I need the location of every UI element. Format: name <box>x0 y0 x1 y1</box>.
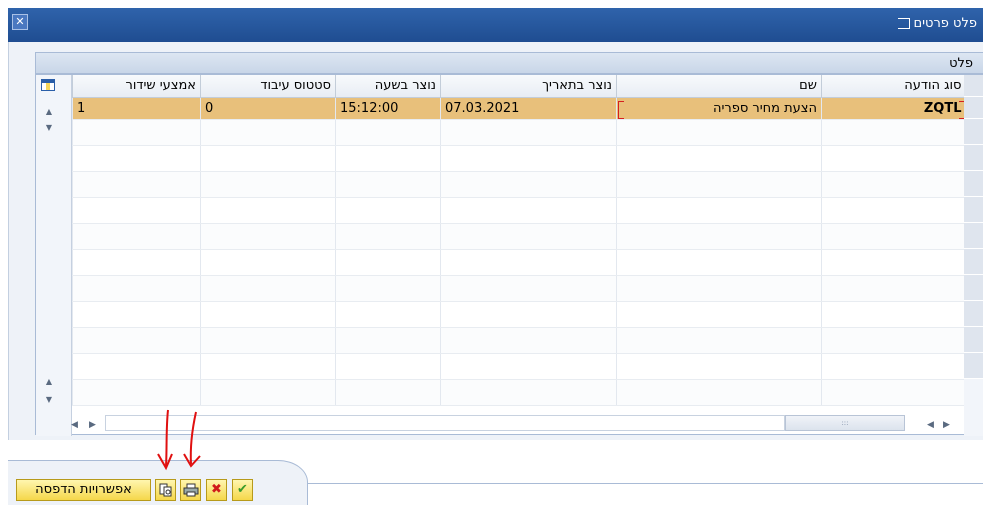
scroll-up-bottom-icon[interactable]: ▲ <box>44 377 54 387</box>
row-selector[interactable] <box>964 275 983 301</box>
row-selector[interactable] <box>964 327 983 353</box>
cell-name[interactable]: הצעת מחיר ספריה <box>616 97 822 120</box>
row-selector[interactable] <box>964 171 983 197</box>
annotation-arrows <box>157 409 201 471</box>
table-row[interactable]: ZQTL הצעת מחיר ספריה 07.03.2021 15:12:00… <box>72 97 966 120</box>
empty-row <box>72 301 966 328</box>
window-title: פלט פרטים <box>897 16 978 31</box>
print-options-button[interactable]: אפשרויות הדפסה <box>16 479 151 501</box>
cell-status[interactable]: 0 <box>200 97 336 120</box>
scroll-down-bottom-icon[interactable]: ▼ <box>44 395 54 405</box>
confirm-icon[interactable]: ✔ <box>232 479 253 501</box>
close-icon[interactable]: ✕ <box>12 14 28 30</box>
row-selector[interactable] <box>964 145 983 171</box>
col-header-time[interactable]: נוצר בשעה <box>335 75 441 98</box>
cell-date[interactable]: 07.03.2021 <box>440 97 617 120</box>
empty-row <box>72 275 966 302</box>
empty-row <box>72 119 966 146</box>
print-icon-svg <box>183 483 198 497</box>
scroll-left-icon-2[interactable]: ◀ <box>927 420 934 430</box>
row-selector[interactable] <box>964 97 983 119</box>
row-selector[interactable] <box>964 197 983 223</box>
col-header-date[interactable]: נוצר בתאריך <box>440 75 617 98</box>
col-header-name[interactable]: שם <box>616 75 822 98</box>
titlebar-band <box>8 8 983 42</box>
group-header: פלט <box>35 52 983 74</box>
grid-left-toolbar: ▲ ▼ ▲ ▼ <box>36 75 72 436</box>
group-title: פלט <box>949 56 973 71</box>
scroll-left-icon[interactable]: ◀ <box>71 420 78 430</box>
scroll-down-icon[interactable]: ▼ <box>44 123 54 133</box>
scroll-up-icon[interactable]: ▲ <box>44 107 54 117</box>
row-selector[interactable] <box>964 223 983 249</box>
window-titlebar: ✕ פלט פרטים <box>0 0 983 42</box>
empty-row <box>72 197 966 224</box>
print-icon[interactable] <box>180 479 201 501</box>
col-header-type[interactable]: סוג הודעה <box>821 75 966 98</box>
row-selector[interactable] <box>964 353 983 379</box>
col-header-medium[interactable]: אמצעי שידור <box>72 75 201 98</box>
scroll-right-icon[interactable]: ▶ <box>89 420 96 430</box>
cell-type[interactable]: ZQTL <box>821 97 966 120</box>
window-title-text: פלט פרטים <box>913 16 978 31</box>
empty-row <box>72 327 966 354</box>
empty-row <box>72 379 966 406</box>
row-selector-column <box>964 75 983 436</box>
empty-row <box>72 353 966 380</box>
view-icon-svg <box>159 483 171 497</box>
window-icon <box>897 18 910 29</box>
layout-settings-icon[interactable] <box>41 79 55 91</box>
empty-row <box>72 171 966 198</box>
output-grid: ▲ ▼ ▲ ▼ סוג הודעה שם נוצר בתאריך נוצר בש… <box>35 74 983 467</box>
cell-medium[interactable]: 1 <box>72 97 201 120</box>
empty-row <box>72 249 966 276</box>
scroll-right-icon-2[interactable]: ▶ <box>943 420 950 430</box>
cancel-icon[interactable]: ✖ <box>206 479 227 501</box>
output-table: סוג הודעה שם נוצר בתאריך נוצר בשעה סטטוס… <box>72 75 966 406</box>
cell-time[interactable]: 15:12:00 <box>335 97 441 120</box>
horizontal-scrollbar-thumb[interactable]: ::: <box>785 415 905 431</box>
col-header-status[interactable]: סטטוס עיבוד <box>200 75 336 98</box>
main-panel: פלט ▲ ▼ ▲ ▼ סוג הודעה שם נוצר בתאריך נוצ… <box>8 42 983 467</box>
row-selector[interactable] <box>964 249 983 275</box>
table-header-row: סוג הודעה שם נוצר בתאריך נוצר בשעה סטטוס… <box>72 75 966 98</box>
empty-row <box>72 223 966 250</box>
row-selector-header <box>964 75 983 97</box>
row-selector[interactable] <box>964 119 983 145</box>
row-selector[interactable] <box>964 301 983 327</box>
empty-row <box>72 145 966 172</box>
view-icon[interactable] <box>155 479 176 501</box>
